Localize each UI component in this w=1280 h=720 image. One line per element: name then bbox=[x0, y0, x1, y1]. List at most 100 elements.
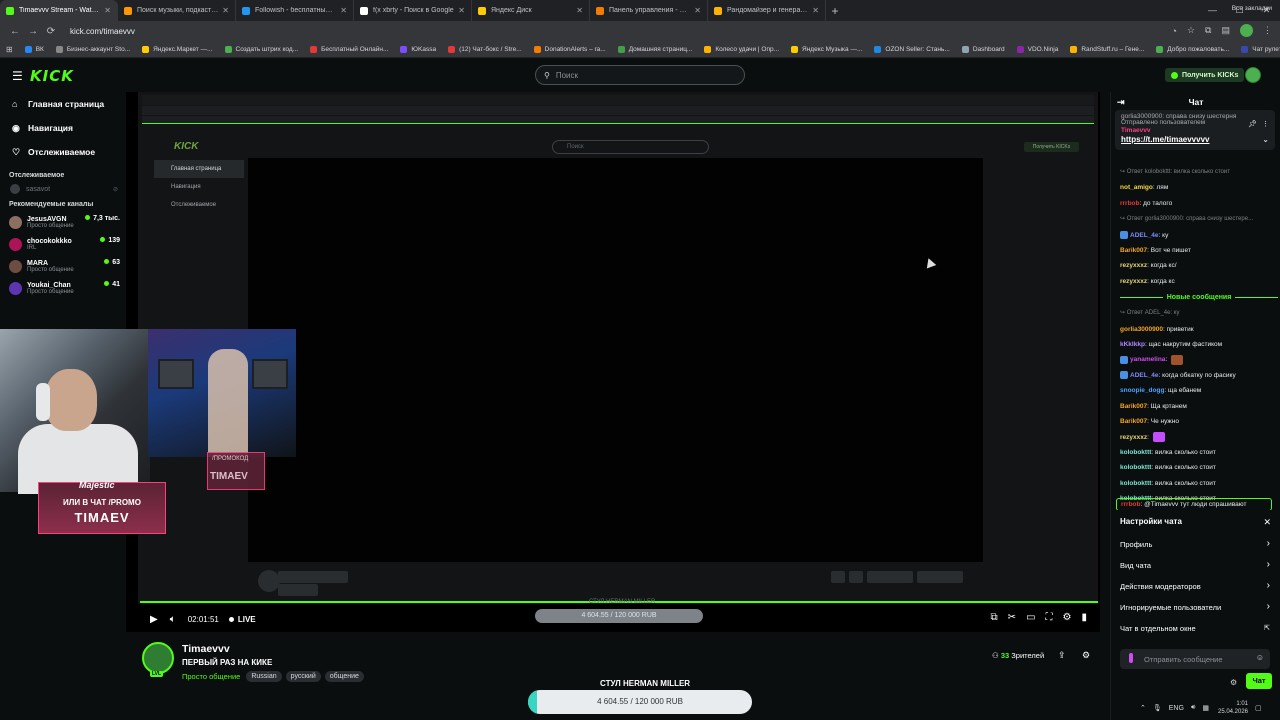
tab-close-icon[interactable]: ✕ bbox=[576, 6, 583, 15]
bookmark-item[interactable]: ВК bbox=[24, 45, 44, 53]
url-field[interactable]: kick.com/timaevvv bbox=[70, 27, 135, 36]
chat-toggle-icon[interactable]: ▮ bbox=[1081, 612, 1087, 623]
chat-username[interactable]: ADEL_4e bbox=[1130, 232, 1159, 239]
get-kicks-button[interactable]: Получить KICKs bbox=[1165, 68, 1245, 82]
share-icon[interactable]: ⇪ bbox=[1058, 650, 1066, 661]
browser-tab[interactable]: f(x xbrty - Поиск в Google ✕ bbox=[354, 0, 472, 21]
chat-username[interactable]: rezyxxxz bbox=[1120, 278, 1147, 285]
chat-username[interactable]: not_amigo bbox=[1120, 184, 1153, 191]
tab-close-icon[interactable]: ✕ bbox=[340, 6, 347, 15]
play-icon[interactable]: ▶ bbox=[150, 614, 158, 625]
chat-settings-item[interactable]: Профиль › bbox=[1120, 538, 1270, 549]
microphone-icon[interactable]: 🎙︎ bbox=[1153, 704, 1162, 712]
volume-icon[interactable]: 🔈︎ bbox=[170, 614, 176, 625]
browser-tab[interactable]: Рандомайзер и генератор слу...✕ bbox=[708, 0, 826, 21]
chat-username[interactable]: rezyxxxz bbox=[1120, 434, 1147, 441]
emoji-icon[interactable]: ☺ bbox=[1256, 653, 1264, 662]
fullscreen-icon[interactable]: ⛶ bbox=[1046, 612, 1053, 623]
bookmark-item[interactable]: VDO.Ninja bbox=[1016, 45, 1058, 53]
back-icon[interactable]: ← bbox=[6, 26, 24, 37]
pinned-link[interactable]: https://t.me/timaevvvvv bbox=[1121, 135, 1209, 144]
chat-username[interactable]: gorlia3000900 bbox=[1120, 326, 1163, 333]
bookmark-item[interactable]: ЮKassa bbox=[400, 45, 436, 53]
sidebar-nav-item[interactable]: ◉ Навигация bbox=[0, 116, 126, 140]
chat-settings-item[interactable]: Чат в отдельном окне ⇱ bbox=[1120, 624, 1270, 633]
apps-icon[interactable]: ⊞ bbox=[6, 45, 13, 54]
sidebar-nav-item[interactable]: ♡ Отслеживаемое bbox=[0, 140, 126, 164]
tab-close-icon[interactable]: ✕ bbox=[458, 6, 465, 15]
close-icon[interactable]: ✕ bbox=[1263, 517, 1271, 528]
hamburger-menu-icon[interactable]: ☰ bbox=[12, 69, 23, 83]
reload-icon[interactable]: ⟳ bbox=[42, 26, 60, 37]
bookmark-item[interactable]: Яндекс.Маркет —... bbox=[142, 45, 213, 53]
chat-username[interactable]: ADEL_4e bbox=[1130, 372, 1159, 379]
pip-icon[interactable]: ⧉ bbox=[991, 612, 998, 623]
minimize-icon[interactable]: — bbox=[1199, 0, 1226, 21]
bookmark-item[interactable]: DonationAlerts – ra... bbox=[533, 45, 606, 53]
chat-username[interactable]: kKkIkkp bbox=[1120, 341, 1145, 348]
browser-tab[interactable]: Поиск музыки, подкасто... ✕ bbox=[118, 0, 236, 21]
chat-settings-item[interactable]: Игнорируемые пользователи › bbox=[1120, 601, 1270, 612]
clip-icon[interactable]: ✂ bbox=[1008, 612, 1016, 623]
chevron-up-icon[interactable]: ⌃ bbox=[1140, 704, 1146, 712]
stream-tag[interactable]: Russian bbox=[246, 671, 282, 682]
collapse-chat-icon[interactable]: ⇥ bbox=[1117, 97, 1125, 108]
network-icon[interactable]: ▦ bbox=[1202, 704, 1209, 712]
browser-tab[interactable]: Яндекс Диск ✕ bbox=[472, 0, 590, 21]
recommended-channel[interactable]: JesusAVGN Просто общение 7,3 тыс. bbox=[0, 211, 126, 233]
chat-username[interactable]: kolobokttt bbox=[1120, 480, 1151, 487]
chat-username[interactable]: Barik007 bbox=[1120, 247, 1147, 254]
volume-tray-icon[interactable]: 🔊︎ bbox=[1191, 704, 1195, 712]
bookmark-item[interactable]: (12) Чат-бокс / Stre... bbox=[448, 45, 522, 53]
chat-username[interactable]: rezyxxxz bbox=[1120, 262, 1147, 269]
notification-icon[interactable]: ▢ bbox=[1255, 704, 1262, 712]
stream-category[interactable]: Просто общение bbox=[182, 672, 240, 681]
recommended-channel[interactable]: Youkai_Chan Просто общение 41 bbox=[0, 277, 126, 299]
star-icon[interactable]: ☆ bbox=[1187, 25, 1195, 36]
pinned-message[interactable]: gorlia3000900: справа снизу шестерня Отп… bbox=[1115, 110, 1275, 150]
bookmark-item[interactable]: Яндекс Музыка —... bbox=[791, 45, 862, 53]
menu-icon[interactable]: ⋮ bbox=[1263, 25, 1272, 36]
extensions-icon[interactable]: ⧉ bbox=[1205, 25, 1211, 36]
send-chat-button[interactable]: Чат bbox=[1246, 673, 1272, 689]
theater-mode-icon[interactable]: ▭ bbox=[1026, 612, 1035, 623]
chevron-down-icon[interactable]: ⌄ bbox=[1262, 135, 1269, 144]
chat-username[interactable]: rrrbob bbox=[1121, 501, 1141, 508]
chat-username[interactable]: rrrbob bbox=[1120, 200, 1140, 207]
tab-close-icon[interactable]: ✕ bbox=[104, 6, 111, 15]
recommended-channel[interactable]: MARA Просто общение 63 bbox=[0, 255, 126, 277]
user-avatar[interactable] bbox=[1245, 67, 1261, 83]
chat-username[interactable]: Barik007 bbox=[1120, 403, 1147, 410]
kick-logo[interactable]: KICK bbox=[30, 67, 74, 85]
tab-close-icon[interactable]: ✕ bbox=[812, 6, 819, 15]
bookmark-item[interactable]: Создать штрих код... bbox=[224, 45, 298, 53]
all-bookmarks[interactable]: Все закладки bbox=[1232, 5, 1272, 12]
chat-settings-gear-icon[interactable]: ⚙ bbox=[1230, 678, 1237, 687]
new-tab-icon[interactable]: + bbox=[826, 0, 844, 21]
browser-tab[interactable]: Панель управления - Donatio... ✕ bbox=[590, 0, 708, 21]
recommended-channel[interactable]: chocokokkko IRL 139 bbox=[0, 233, 126, 255]
bookmark-item[interactable]: Бизнес-аккаунт Sto... bbox=[55, 45, 130, 53]
bookmark-item[interactable]: Домашняя страниц... bbox=[617, 45, 692, 53]
following-item[interactable]: sasavot ⊘ bbox=[0, 179, 126, 199]
clock[interactable]: 1:01 25.04.2026 bbox=[1218, 700, 1248, 716]
streamer-name[interactable]: Timaevvv bbox=[182, 643, 230, 655]
sidebar-icon[interactable]: ▤ bbox=[1221, 25, 1230, 36]
chat-settings-item[interactable]: Вид чата › bbox=[1120, 559, 1270, 570]
chat-username[interactable]: kolobokttt bbox=[1120, 449, 1151, 456]
search-input[interactable]: ⚲ Поиск bbox=[535, 65, 745, 85]
chat-username[interactable]: Barik007 bbox=[1120, 418, 1147, 425]
pinned-more-icon[interactable]: ⋮ bbox=[1262, 120, 1269, 128]
sidebar-nav-item[interactable]: ⌂ Главная страница bbox=[0, 92, 126, 116]
chat-username[interactable]: kolobokttt bbox=[1120, 464, 1151, 471]
chat-username[interactable]: snoopie_dogg bbox=[1120, 387, 1164, 394]
bookmark-item[interactable]: Бесплатный Онлайн... bbox=[310, 45, 388, 53]
bookmark-item[interactable]: Чат рулетка голосо... bbox=[1241, 45, 1280, 53]
profile-avatar[interactable] bbox=[1240, 24, 1253, 37]
browser-tab[interactable]: Timaevvv Stream - Watch Live ... ✕ bbox=[0, 0, 118, 21]
incognito-icon[interactable]: ◔ bbox=[1172, 26, 1177, 36]
settings-gear-icon[interactable]: ⚙ bbox=[1063, 612, 1072, 623]
browser-tab[interactable]: Followish - бесплатный сервис ✕ bbox=[236, 0, 354, 21]
more-options-icon[interactable]: ⚙ bbox=[1082, 650, 1090, 661]
bookmark-item[interactable]: Колесо удачи | Опр... bbox=[704, 45, 779, 53]
